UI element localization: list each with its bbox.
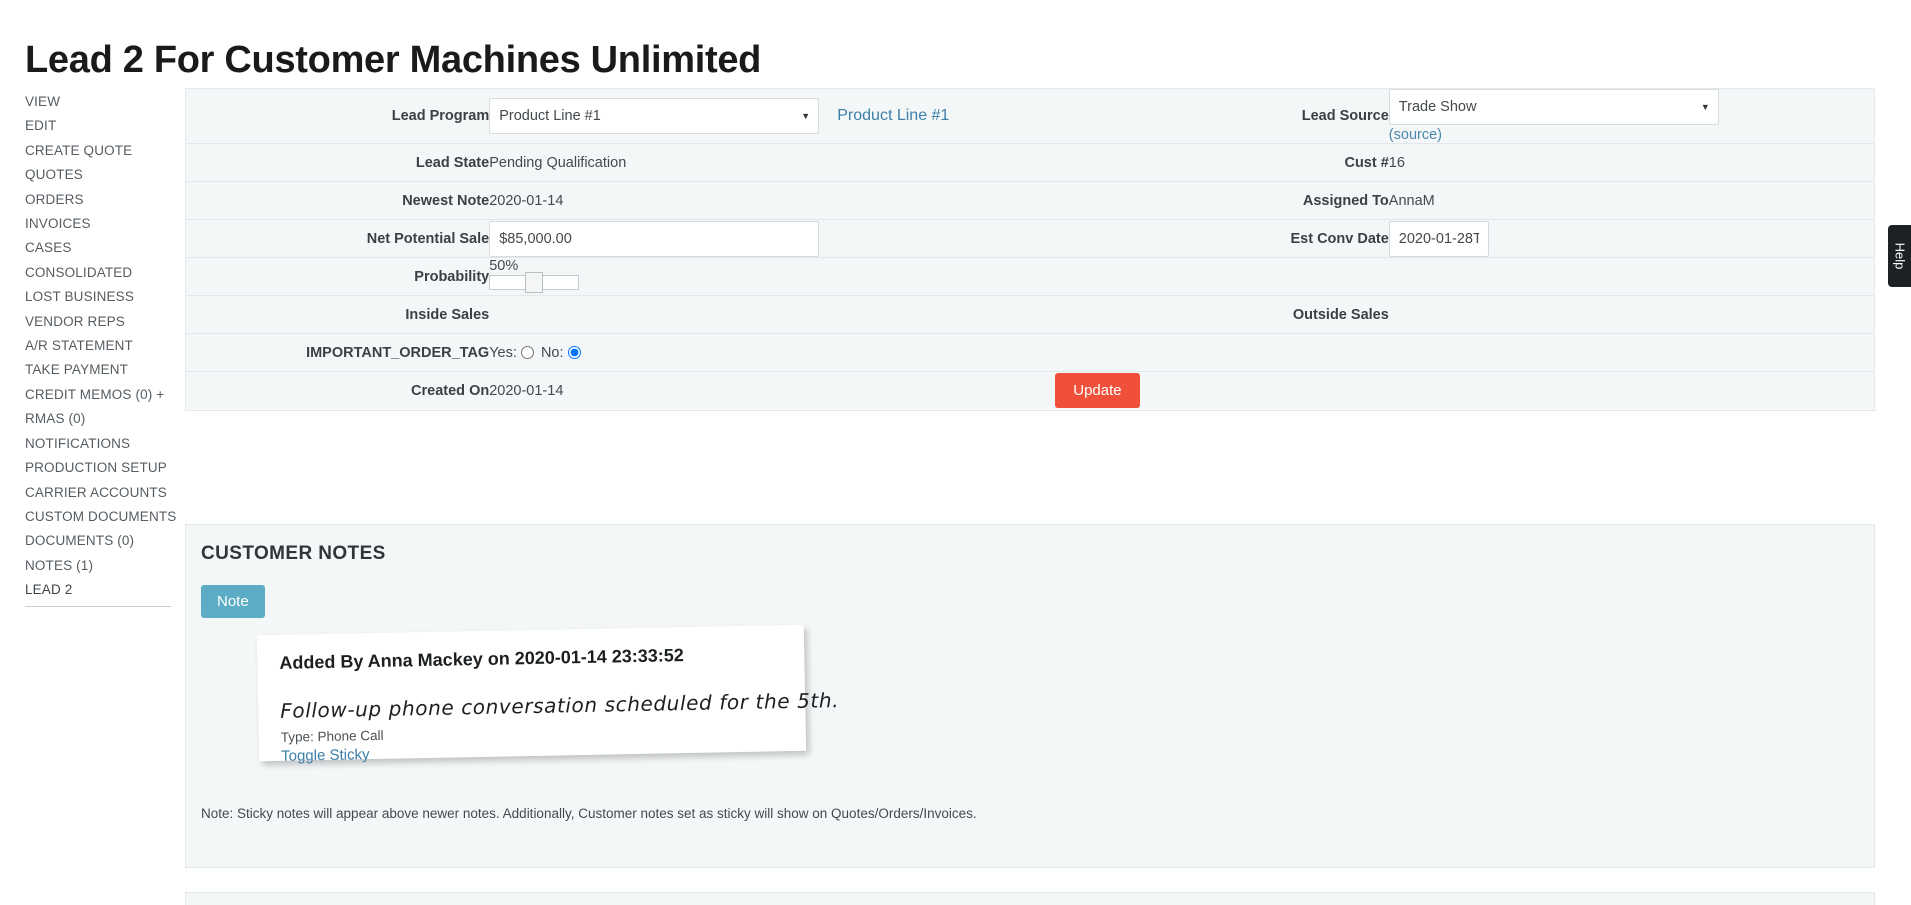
lead-detail-table: Lead Program Product Line #1 ▼ Product L… xyxy=(186,89,1874,410)
value-probability-right-spacer xyxy=(1389,258,1874,296)
sidebar-item-notes[interactable]: NOTES (1) xyxy=(25,554,171,578)
label-lead-state: Lead State xyxy=(186,144,489,182)
sidebar-item-consolidated[interactable]: CONSOLIDATED xyxy=(25,261,171,285)
note-body: Follow-up phone conversation scheduled f… xyxy=(280,689,783,723)
row-created-on: Created On 2020-01-14 Update xyxy=(186,372,1874,410)
sidebar-item-take-payment[interactable]: TAKE PAYMENT xyxy=(25,358,171,382)
sidebar-item-lead-2[interactable]: LEAD 2 xyxy=(25,578,171,602)
row-lead-state: Lead State Pending Qualification Cust # … xyxy=(186,144,1874,182)
sidebar-item-documents[interactable]: DOCUMENTS (0) xyxy=(25,529,171,553)
page-title: Lead 2 For Customer Machines Unlimited xyxy=(25,39,761,82)
toggle-sticky-link[interactable]: Toggle Sticky xyxy=(281,746,370,765)
value-inside-sales xyxy=(489,296,1055,334)
page-root: Lead 2 For Customer Machines Unlimited V… xyxy=(0,0,1911,905)
important-order-tag-radio-no[interactable] xyxy=(568,346,581,359)
label-important-order-tag-right-spacer xyxy=(1055,334,1389,372)
value-outside-sales xyxy=(1389,296,1874,334)
field-lead-program: Product Line #1 ▼ Product Line #1 xyxy=(489,89,1055,144)
sidebar-item-production-setup[interactable]: PRODUCTION SETUP xyxy=(25,456,171,480)
important-order-tag-radio-yes[interactable] xyxy=(521,346,534,359)
label-net-potential-sale: Net Potential Sale xyxy=(186,220,489,258)
sidebar-nav: VIEW EDIT CREATE QUOTE QUOTES ORDERS INV… xyxy=(25,90,171,607)
label-est-conv-date: Est Conv Date xyxy=(1055,220,1389,258)
sidebar-item-custom-documents[interactable]: CUSTOM DOCUMENTS xyxy=(25,505,171,529)
label-important-order-tag: IMPORTANT_ORDER_TAG xyxy=(186,334,489,372)
lead-source-select[interactable]: Trade Show xyxy=(1389,89,1719,125)
label-probability: Probability xyxy=(186,258,489,296)
probability-percent: 50% xyxy=(489,259,1055,274)
bottom-partial-panel xyxy=(185,892,1875,905)
label-inside-sales: Inside Sales xyxy=(186,296,489,334)
row-newest-note: Newest Note 2020-01-14 Assigned To AnnaM xyxy=(186,182,1874,220)
update-button[interactable]: Update xyxy=(1055,373,1139,408)
field-net-potential-sale xyxy=(489,220,1055,258)
sticky-note-card[interactable]: Added By Anna Mackey on 2020-01-14 23:33… xyxy=(257,625,806,761)
sidebar-item-carrier-accounts[interactable]: CARRIER ACCOUNTS xyxy=(25,481,171,505)
radio-no-label: No: xyxy=(541,345,564,361)
value-lead-state: Pending Qualification xyxy=(489,144,1055,182)
sidebar-item-quotes[interactable]: QUOTES xyxy=(25,163,171,187)
sidebar-item-orders[interactable]: ORDERS xyxy=(25,188,171,212)
field-est-conv-date xyxy=(1389,220,1874,258)
customer-notes-panel: CUSTOMER NOTES Note Added By Anna Mackey… xyxy=(185,524,1875,868)
sidebar-item-vendor-reps[interactable]: VENDOR REPS xyxy=(25,310,171,334)
lead-detail-panel: Lead Program Product Line #1 ▼ Product L… xyxy=(185,88,1875,411)
probability-slider-group: 50% xyxy=(489,259,1055,294)
value-cust-number: 16 xyxy=(1389,144,1874,182)
slider-thumb[interactable] xyxy=(525,272,543,293)
row-lead-program: Lead Program Product Line #1 ▼ Product L… xyxy=(186,89,1874,144)
label-newest-note: Newest Note xyxy=(186,182,489,220)
radio-yes-label: Yes: xyxy=(489,345,517,361)
sidebar-item-notifications[interactable]: NOTIFICATIONS xyxy=(25,432,171,456)
update-button-cell: Update xyxy=(1055,372,1874,410)
help-tab-label: Help xyxy=(1892,243,1907,270)
label-assigned-to: Assigned To xyxy=(1055,182,1389,220)
note-type: Type: Phone Call xyxy=(281,720,784,745)
note-header: Added By Anna Mackey on 2020-01-14 23:33… xyxy=(279,643,782,674)
sidebar-item-edit[interactable]: EDIT xyxy=(25,114,171,138)
customer-notes-footnote: Note: Sticky notes will appear above new… xyxy=(201,806,977,821)
est-conv-date-input[interactable] xyxy=(1389,221,1489,257)
help-tab-button[interactable]: Help xyxy=(1888,225,1911,287)
sidebar-item-cases[interactable]: CASES xyxy=(25,236,171,260)
lead-source-select-wrap: Trade Show ▼ xyxy=(1389,89,1719,125)
lead-source-sub-link[interactable]: (source) xyxy=(1389,127,1874,143)
row-important-order-tag: IMPORTANT_ORDER_TAG Yes: No: xyxy=(186,334,1874,372)
lead-program-link[interactable]: Product Line #1 xyxy=(837,107,949,124)
row-net-potential-sale: Net Potential Sale Est Conv Date xyxy=(186,220,1874,258)
sidebar-item-view[interactable]: VIEW xyxy=(25,90,171,114)
net-potential-sale-input[interactable] xyxy=(489,221,819,257)
value-newest-note: 2020-01-14 xyxy=(489,182,1055,220)
add-note-button[interactable]: Note xyxy=(201,585,265,618)
label-lead-source: Lead Source xyxy=(1055,89,1389,144)
label-outside-sales: Outside Sales xyxy=(1055,296,1389,334)
sidebar-active-underline xyxy=(25,606,171,607)
label-cust-number: Cust # xyxy=(1055,144,1389,182)
sidebar-item-ar-statement[interactable]: A/R STATEMENT xyxy=(25,334,171,358)
value-assigned-to: AnnaM xyxy=(1389,182,1874,220)
row-sales: Inside Sales Outside Sales xyxy=(186,296,1874,334)
field-probability: 50% xyxy=(489,258,1055,296)
value-important-order-tag-right-spacer xyxy=(1389,334,1874,372)
lead-program-select[interactable]: Product Line #1 xyxy=(489,98,819,134)
row-probability: Probability 50% xyxy=(186,258,1874,296)
probability-slider[interactable] xyxy=(489,275,579,290)
field-lead-source: Trade Show ▼ (source) xyxy=(1389,89,1874,144)
label-created-on: Created On xyxy=(186,372,489,410)
sidebar-item-invoices[interactable]: INVOICES xyxy=(25,212,171,236)
lead-program-select-wrap: Product Line #1 ▼ xyxy=(489,98,819,134)
sidebar-item-lost-business[interactable]: LOST BUSINESS xyxy=(25,285,171,309)
value-created-on: 2020-01-14 xyxy=(489,372,1055,410)
sidebar-item-rmas[interactable]: RMAS (0) xyxy=(25,407,171,431)
sidebar-item-create-quote[interactable]: CREATE QUOTE xyxy=(25,139,171,163)
field-important-order-tag: Yes: No: xyxy=(489,334,1055,372)
sidebar-item-credit-memos[interactable]: CREDIT MEMOS (0) + xyxy=(25,383,171,407)
label-lead-program: Lead Program xyxy=(186,89,489,144)
important-order-tag-radio-group: Yes: No: xyxy=(489,345,583,361)
customer-notes-heading: CUSTOMER NOTES xyxy=(201,543,386,565)
label-probability-right-spacer xyxy=(1055,258,1389,296)
